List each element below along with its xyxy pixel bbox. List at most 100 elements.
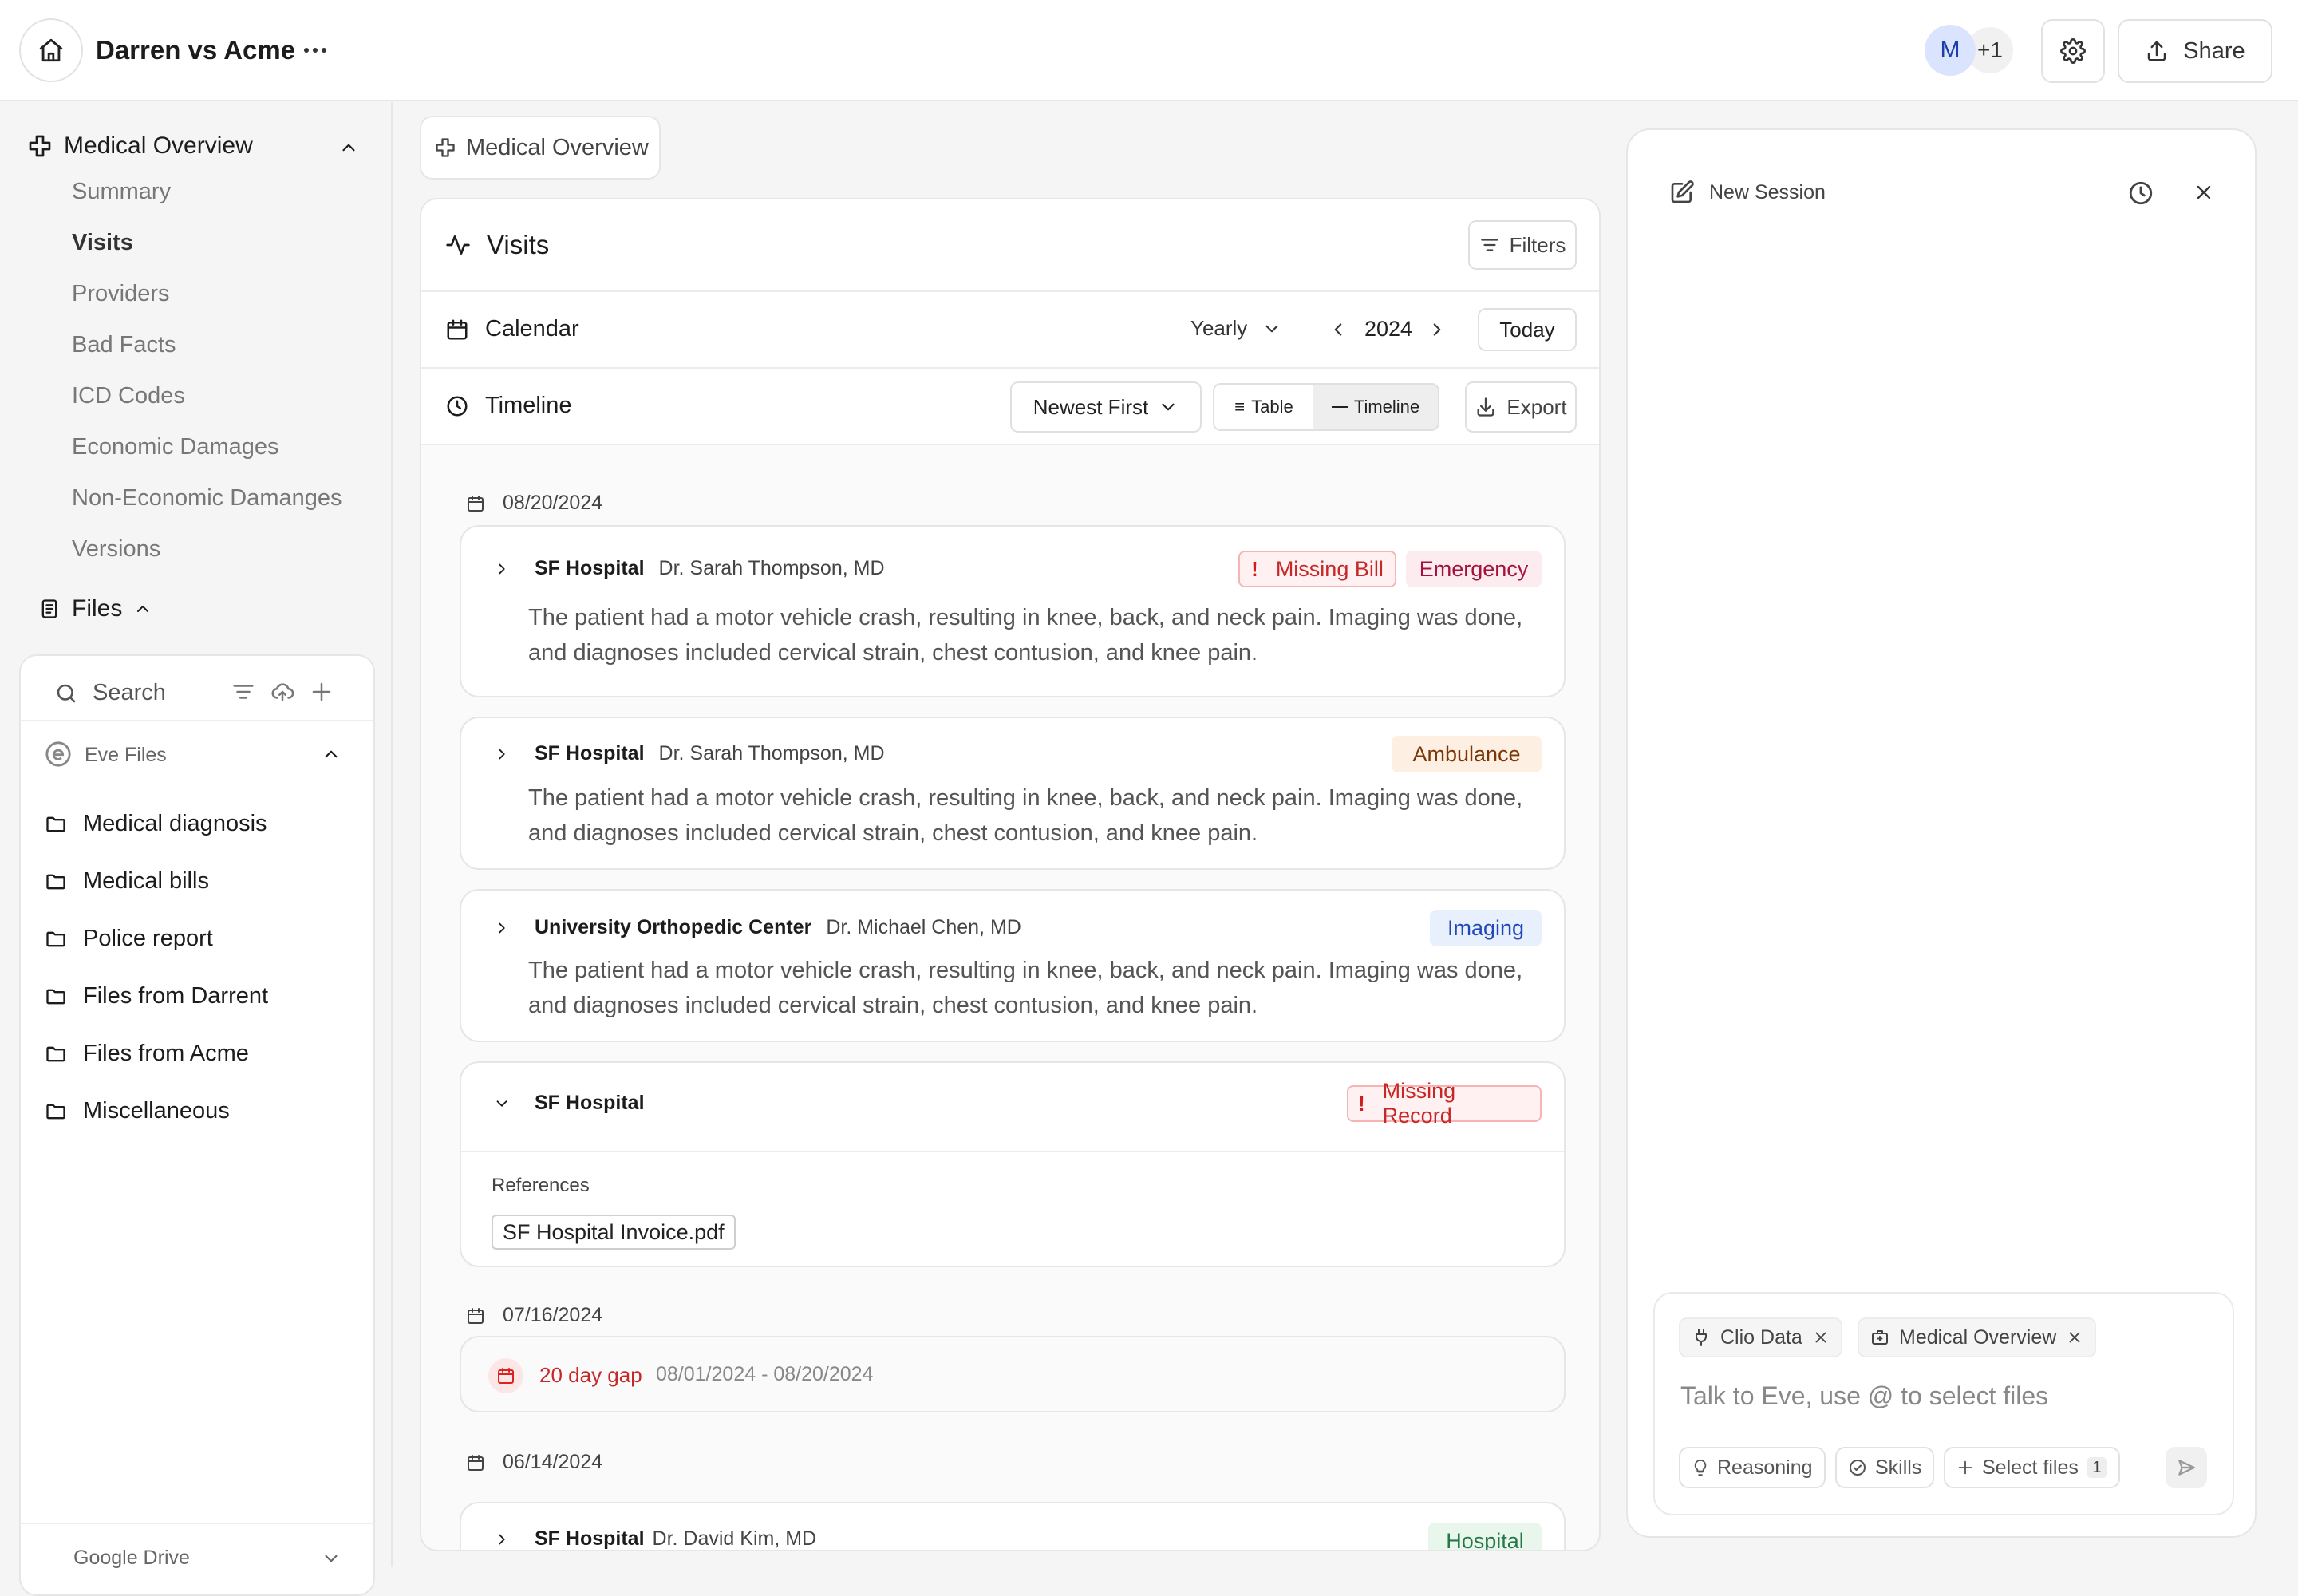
cloud-upload-icon[interactable] xyxy=(270,680,295,704)
folder-icon xyxy=(46,816,65,832)
chat-input[interactable]: Talk to Eve, use @ to select files xyxy=(1680,1381,2048,1411)
gap-card[interactable]: 20 day gap 08/01/2024 - 08/20/2024 xyxy=(460,1336,1566,1412)
folder-item[interactable]: Files from Darrent xyxy=(45,983,268,1009)
chevron-right-icon[interactable] xyxy=(493,560,511,578)
top-header: Darren vs Acme +1 M Share xyxy=(0,0,2298,101)
user-avatar[interactable]: M xyxy=(1925,25,1976,76)
list-icon: ≡ xyxy=(1234,397,1246,417)
context-chip-label: Medical Overview xyxy=(1899,1325,2057,1349)
sidebar-item-summary[interactable]: Summary xyxy=(72,179,171,205)
sidebar-item-bad-facts[interactable]: Bad Facts xyxy=(72,332,176,358)
chevron-up-icon xyxy=(137,606,149,612)
google-drive-label: Google Drive xyxy=(73,1547,190,1569)
eve-files-group[interactable]: Eve Files xyxy=(21,720,373,785)
missing-record-card[interactable]: SF Hospital ! Missing Record References … xyxy=(460,1061,1566,1267)
visit-card[interactable]: University Orthopedic Center Dr. Michael… xyxy=(460,889,1566,1042)
view-timeline-tab[interactable]: Timeline xyxy=(1313,385,1438,429)
visit-card[interactable]: SF Hospital Dr. Sarah Thompson, MD Ambul… xyxy=(460,717,1566,870)
chat-composer: Clio Data Medical Overview Talk to Eve, … xyxy=(1653,1292,2234,1515)
close-icon[interactable] xyxy=(2066,1329,2083,1346)
share-button[interactable]: Share xyxy=(2118,19,2272,83)
case-title: Darren vs Acme xyxy=(96,35,296,65)
sort-select[interactable]: Newest First xyxy=(1010,381,1202,433)
visit-card[interactable]: SF Hospital Dr. David Kim, MD Hospital xyxy=(460,1502,1566,1550)
close-icon[interactable] xyxy=(1812,1329,1830,1346)
previous-year-button[interactable] xyxy=(1328,319,1348,340)
home-button[interactable] xyxy=(19,18,83,82)
sidebar-item-visits[interactable]: Visits xyxy=(72,230,133,256)
period-value: Yearly xyxy=(1190,316,1248,340)
period-select[interactable]: Yearly xyxy=(1190,316,1282,341)
calendar-icon xyxy=(468,1454,484,1471)
sidebar-item-icd-codes[interactable]: ICD Codes xyxy=(72,383,185,409)
sidebar-section-medical-overview[interactable]: Medical Overview xyxy=(27,126,359,166)
visits-title-group: Visits xyxy=(445,230,549,260)
calendar-alert-icon xyxy=(498,1368,514,1384)
folder-label: Medical diagnosis xyxy=(83,811,267,836)
alert-icon: ! xyxy=(1358,1091,1365,1116)
filters-button[interactable]: Filters xyxy=(1468,220,1577,270)
reasoning-toggle[interactable]: Reasoning xyxy=(1679,1447,1826,1488)
select-files-button[interactable]: Select files 1 xyxy=(1944,1447,2120,1488)
visit-summary: The patient had a motor vehicle crash, r… xyxy=(528,785,1523,846)
export-button[interactable]: Export xyxy=(1465,381,1577,433)
calendar-title: Calendar xyxy=(485,316,579,342)
folder-item[interactable]: Medical bills xyxy=(45,868,209,895)
sidebar-item-non-economic-damages[interactable]: Non-Economic Damanges xyxy=(72,485,342,512)
folder-item[interactable]: Miscellaneous xyxy=(45,1098,230,1124)
file-search[interactable]: Search xyxy=(54,680,166,706)
breadcrumb-tab[interactable]: Medical Overview xyxy=(420,116,661,180)
hospital-name: SF Hospital xyxy=(535,557,645,579)
missing-record-badge: ! Missing Record xyxy=(1347,1079,1542,1128)
sidebar-item-providers[interactable]: Providers xyxy=(72,281,170,307)
chevron-down-icon xyxy=(1265,325,1278,332)
history-icon[interactable] xyxy=(2127,180,2154,207)
context-chip-clio-data[interactable]: Clio Data xyxy=(1679,1317,1842,1357)
search-icon xyxy=(57,684,76,702)
chevron-down-icon[interactable] xyxy=(493,1095,511,1112)
reference-file-chip[interactable]: SF Hospital Invoice.pdf xyxy=(492,1215,736,1250)
folder-icon xyxy=(46,931,65,946)
context-chip-medical-overview[interactable]: Medical Overview xyxy=(1858,1317,2097,1357)
sidebar-item-economic-damages[interactable]: Economic Damages xyxy=(72,434,279,460)
visit-card-header: SF Hospital xyxy=(493,1092,645,1115)
send-button[interactable] xyxy=(2166,1447,2207,1488)
view-table-tab[interactable]: ≡ Table xyxy=(1214,385,1313,429)
files-panel: Search Eve Files Medical diagnosis Medic… xyxy=(19,654,375,1596)
visit-card-header: SF Hospital Dr. David Kim, MD xyxy=(493,1527,816,1550)
visit-card[interactable]: SF Hospital Dr. Sarah Thompson, MD ! Mis… xyxy=(460,525,1566,697)
settings-button[interactable] xyxy=(2041,19,2105,83)
timeline-date: 08/20/2024 xyxy=(466,492,602,515)
next-year-button[interactable] xyxy=(1427,319,1447,340)
missing-bill-badge: ! Missing Bill xyxy=(1238,551,1396,587)
sidebar-section-files[interactable]: Files xyxy=(38,591,152,627)
today-button[interactable]: Today xyxy=(1478,308,1577,351)
chevron-up-icon[interactable] xyxy=(338,137,359,158)
chevron-right-icon[interactable] xyxy=(493,1531,511,1548)
eve-files-label: Eve Files xyxy=(85,744,167,766)
folder-item[interactable]: Files from Acme xyxy=(45,1041,249,1067)
sidebar: Medical Overview Summary Visits Provider… xyxy=(0,102,393,1596)
new-session-button[interactable]: New Session xyxy=(1669,180,1826,205)
timeline-title: Timeline xyxy=(485,393,572,418)
more-options-button[interactable] xyxy=(302,38,329,62)
folder-label: Miscellaneous xyxy=(83,1098,230,1124)
filter-icon[interactable] xyxy=(231,680,255,704)
flag-label: Missing Bill xyxy=(1275,556,1384,581)
reasoning-label: Reasoning xyxy=(1717,1456,1813,1479)
folder-label: Police report xyxy=(83,926,213,951)
sidebar-item-versions[interactable]: Versions xyxy=(72,536,160,563)
plus-icon[interactable] xyxy=(310,680,334,704)
folder-label: Files from Acme xyxy=(83,1041,249,1066)
medical-cross-icon xyxy=(436,138,455,157)
chevron-right-icon[interactable] xyxy=(493,745,511,763)
calendar-icon xyxy=(447,319,468,339)
folder-item[interactable]: Police report xyxy=(45,926,213,952)
calendar-bar: Calendar Yearly 2024 Today xyxy=(421,292,1599,369)
chevron-right-icon[interactable] xyxy=(493,919,511,937)
skills-button[interactable]: Skills xyxy=(1835,1447,1935,1488)
folder-item[interactable]: Medical diagnosis xyxy=(45,811,267,837)
google-drive-group[interactable]: Google Drive xyxy=(21,1523,373,1594)
flag-label: Missing Record xyxy=(1382,1079,1456,1128)
close-icon[interactable] xyxy=(2193,181,2215,203)
